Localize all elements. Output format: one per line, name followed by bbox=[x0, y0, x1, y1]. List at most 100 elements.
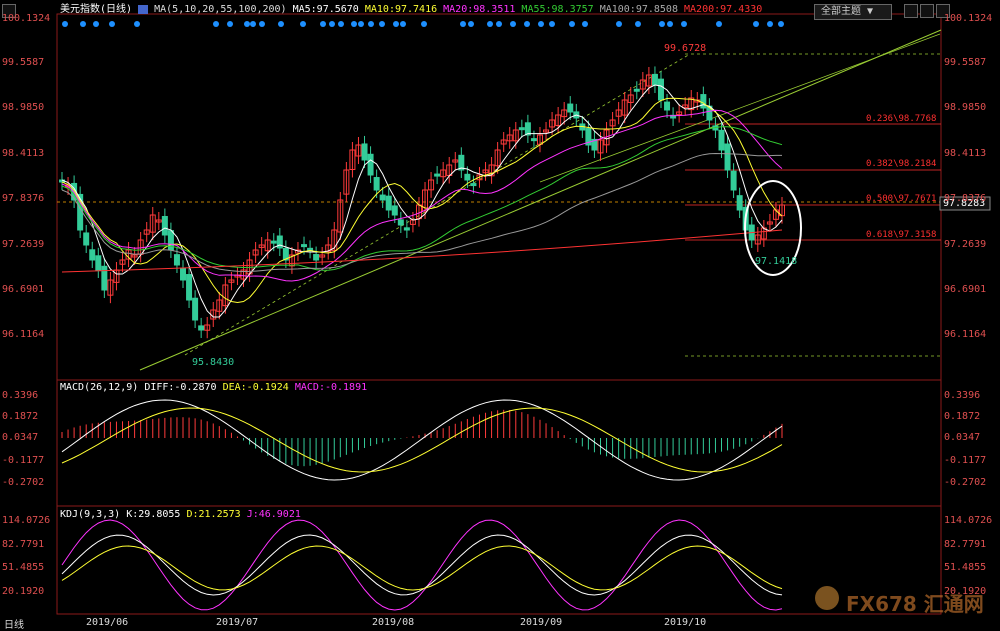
event-marker[interactable] bbox=[368, 21, 374, 27]
candle-body bbox=[651, 73, 658, 86]
event-marker[interactable] bbox=[421, 21, 427, 27]
candle-body bbox=[434, 173, 441, 177]
axis-tick-label: 97.2639 bbox=[944, 239, 987, 250]
ma20-value: MA20:98.3511 bbox=[443, 4, 516, 15]
kdj-j: J:46.9021 bbox=[246, 509, 301, 520]
expand-button[interactable] bbox=[920, 4, 934, 18]
ma100-value: MA100:97.8508 bbox=[599, 4, 678, 15]
ma55-value: MA55:98.3757 bbox=[521, 4, 594, 15]
event-marker[interactable] bbox=[681, 21, 687, 27]
event-marker[interactable] bbox=[109, 21, 115, 27]
event-marker[interactable] bbox=[468, 21, 474, 27]
event-marker[interactable] bbox=[358, 21, 364, 27]
fib-label: 0.382\98.2184 bbox=[866, 159, 937, 169]
axis-tick-label: -0.1177 bbox=[2, 455, 45, 466]
candle-body bbox=[301, 244, 308, 248]
moving-averages bbox=[61, 84, 783, 318]
axis-tick-label: 0.3396 bbox=[944, 390, 981, 401]
candle-body bbox=[89, 249, 96, 261]
event-marker[interactable] bbox=[300, 21, 306, 27]
ma-params: MA(5,10,20,55,100,200) bbox=[154, 4, 287, 15]
candle-body bbox=[313, 254, 320, 261]
ma-line bbox=[61, 109, 783, 282]
event-marker[interactable] bbox=[510, 21, 516, 27]
event-marker[interactable] bbox=[716, 21, 722, 27]
candle-body bbox=[736, 195, 743, 211]
axis-tick-label: 0.0347 bbox=[2, 432, 39, 443]
event-marker[interactable] bbox=[213, 21, 219, 27]
event-marker[interactable] bbox=[393, 21, 399, 27]
event-marker[interactable] bbox=[320, 21, 326, 27]
macd-diff-line bbox=[61, 399, 783, 481]
axis-tick-label: 20.1920 bbox=[2, 586, 45, 597]
date-label: 2019/08 bbox=[372, 617, 415, 628]
candle-body bbox=[470, 183, 477, 187]
event-marker[interactable] bbox=[569, 21, 575, 27]
candle-body bbox=[361, 143, 368, 161]
event-marker[interactable] bbox=[667, 21, 673, 27]
kdj-k: K:29.8055 bbox=[126, 509, 181, 520]
event-marker[interactable] bbox=[549, 21, 555, 27]
candle-body bbox=[101, 265, 108, 291]
candle-body bbox=[567, 103, 574, 113]
event-marker[interactable] bbox=[767, 21, 773, 27]
ma-line bbox=[61, 97, 783, 304]
event-marker[interactable] bbox=[400, 21, 406, 27]
candle-body bbox=[397, 219, 404, 226]
event-marker[interactable] bbox=[278, 21, 284, 27]
settings-button[interactable] bbox=[904, 4, 918, 18]
event-marker[interactable] bbox=[134, 21, 140, 27]
candle-body bbox=[730, 170, 737, 191]
event-marker[interactable] bbox=[259, 21, 265, 27]
event-marker[interactable] bbox=[460, 21, 466, 27]
event-marker[interactable] bbox=[227, 21, 233, 27]
axis-tick-label: 114.0726 bbox=[2, 515, 51, 526]
event-marker[interactable] bbox=[80, 21, 86, 27]
axis-tick-label: 0.0347 bbox=[944, 432, 981, 443]
candle-body bbox=[270, 240, 277, 244]
kdj-indicator bbox=[61, 519, 783, 611]
event-marker[interactable] bbox=[62, 21, 68, 27]
candle-body bbox=[95, 255, 102, 271]
theme-dropdown[interactable]: 全部主题 ▼ bbox=[814, 4, 892, 20]
event-marker[interactable] bbox=[659, 21, 665, 27]
candle-body bbox=[718, 129, 725, 151]
event-marker[interactable] bbox=[524, 21, 530, 27]
event-marker[interactable] bbox=[496, 21, 502, 27]
axis-tick-label: 96.6901 bbox=[944, 284, 987, 295]
ma5-value: MA5:97.5670 bbox=[292, 4, 359, 15]
event-marker[interactable] bbox=[351, 21, 357, 27]
event-marker[interactable] bbox=[338, 21, 344, 27]
chart-canvas[interactable] bbox=[0, 0, 1000, 627]
macd-diff: DIFF:-0.2870 bbox=[144, 382, 217, 393]
axis-tick-label: 99.5587 bbox=[944, 57, 987, 68]
kdj-d: D:21.2573 bbox=[186, 509, 241, 520]
event-marker[interactable] bbox=[616, 21, 622, 27]
event-marker[interactable] bbox=[93, 21, 99, 27]
candle-body bbox=[379, 194, 386, 201]
ma-line bbox=[61, 152, 782, 273]
candle-body bbox=[530, 138, 537, 142]
axis-tick-label: 96.1164 bbox=[944, 329, 987, 340]
ma-line bbox=[61, 84, 783, 318]
candle-body bbox=[664, 101, 671, 111]
period-tab[interactable]: 日线 bbox=[4, 616, 24, 631]
axis-tick-label: 96.1164 bbox=[2, 329, 45, 340]
event-marker[interactable] bbox=[582, 21, 588, 27]
candle-body bbox=[83, 232, 90, 246]
axis-tick-label: 0.1872 bbox=[944, 411, 981, 422]
event-marker[interactable] bbox=[635, 21, 641, 27]
ma-legend-icon[interactable] bbox=[138, 4, 149, 14]
event-marker[interactable] bbox=[329, 21, 335, 27]
watermark-logo bbox=[815, 586, 839, 610]
axis-tick-label: 20.1920 bbox=[944, 586, 987, 597]
event-marker[interactable] bbox=[487, 21, 493, 27]
event-marker[interactable] bbox=[538, 21, 544, 27]
fib-label: 0.236\98.7768 bbox=[866, 114, 937, 124]
event-marker[interactable] bbox=[379, 21, 385, 27]
event-marker[interactable] bbox=[753, 21, 759, 27]
event-marker[interactable] bbox=[778, 21, 784, 27]
date-label: 2019/07 bbox=[216, 617, 259, 628]
event-marker[interactable] bbox=[250, 21, 256, 27]
candle-body bbox=[700, 94, 707, 109]
